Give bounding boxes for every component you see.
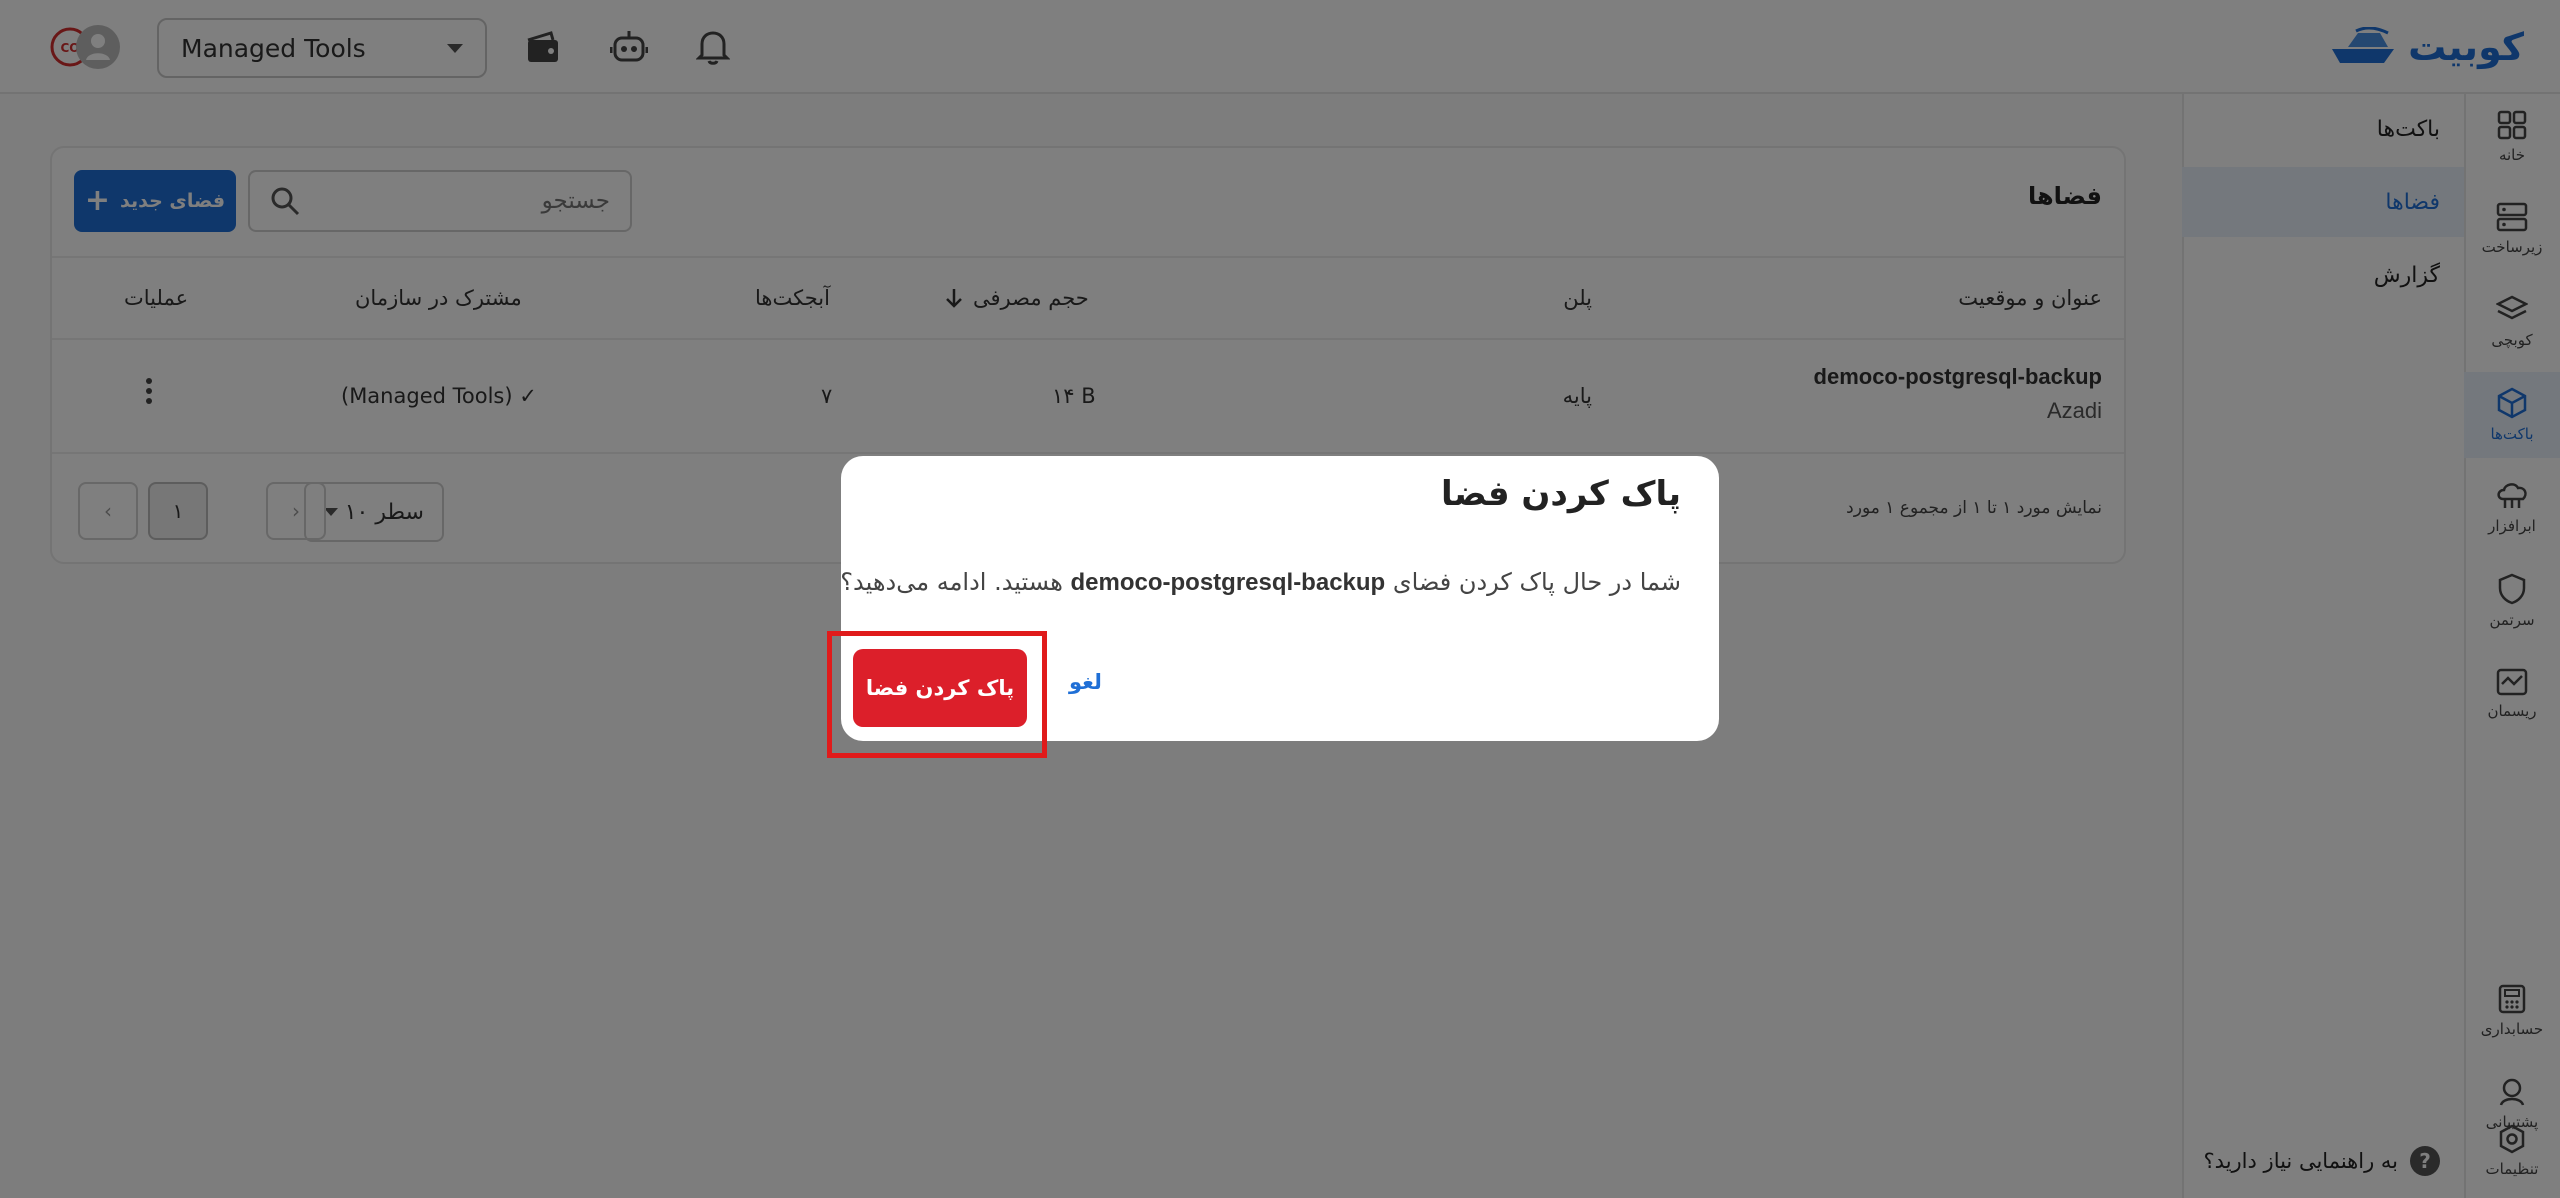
highlight-box [827, 631, 1047, 758]
dialog-title: پاک کردن فضا [1441, 474, 1681, 514]
dialog-message-after: هستید. ادامه می‌دهید؟ [840, 568, 1063, 596]
dialog-message-space: democo-postgresql-backup [1070, 569, 1386, 596]
dialog-message: شما در حال پاک کردن فضای democo-postgres… [840, 568, 1681, 597]
cancel-button[interactable]: لغو [1069, 670, 1102, 694]
dialog-message-before: شما در حال پاک کردن فضای [1392, 568, 1681, 596]
